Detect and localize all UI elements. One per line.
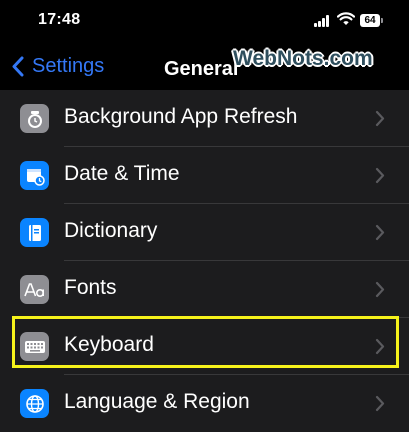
aa-font-icon <box>20 275 49 304</box>
back-button-label: Settings <box>32 54 105 77</box>
settings-row-fonts[interactable]: Fonts <box>0 261 409 318</box>
chevron-right-icon <box>375 281 385 298</box>
status-time: 17:48 <box>38 11 81 28</box>
book-icon <box>20 218 49 247</box>
chevron-right-icon <box>375 167 385 184</box>
settings-row-date-time[interactable]: Date & Time <box>0 147 409 204</box>
back-button[interactable]: Settings <box>12 52 104 80</box>
refresh-gear-icon <box>20 104 49 133</box>
watermark-logo: WebNots.com <box>233 47 373 70</box>
keyboard-highlight-box <box>12 316 399 368</box>
settings-row-background-app-refresh[interactable]: Background App Refresh <box>0 90 409 147</box>
chevron-right-icon <box>375 110 385 127</box>
settings-row-label: Language & Region <box>64 390 250 413</box>
settings-row-language-region[interactable]: Language & Region <box>0 375 409 432</box>
settings-row-dictionary[interactable]: Dictionary <box>0 204 409 261</box>
wifi-icon <box>337 12 355 25</box>
settings-row-label: Fonts <box>64 276 117 299</box>
cellular-signal-icon <box>314 15 332 27</box>
settings-list: Background App Refresh Date & Time Dicti… <box>0 90 409 432</box>
chevron-left-icon <box>12 56 24 76</box>
calendar-clock-icon <box>20 161 49 190</box>
settings-row-label: Background App Refresh <box>64 105 298 128</box>
battery-indicator: 64 <box>360 14 383 27</box>
globe-icon <box>20 389 49 418</box>
status-bar: 17:48 64 <box>0 0 409 44</box>
chevron-right-icon <box>375 395 385 412</box>
settings-row-label: Dictionary <box>64 219 158 242</box>
page-title: General <box>164 58 239 80</box>
chevron-right-icon <box>375 224 385 241</box>
settings-row-label: Date & Time <box>64 162 180 185</box>
